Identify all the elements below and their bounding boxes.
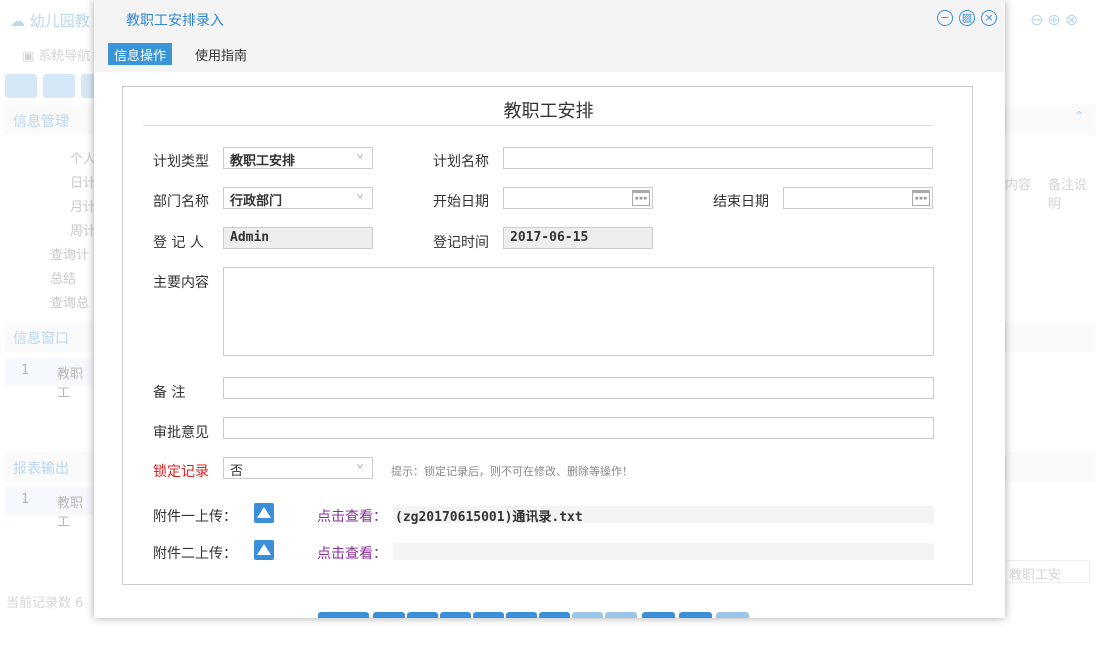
attach1-file[interactable]: (zg20170615001)通讯录.txt xyxy=(393,506,934,523)
start-date-input[interactable]: ▪▪▪ xyxy=(503,187,653,209)
lock-hint: 提示：锁定记录后，则不可在修改、删除等操作！ xyxy=(391,463,633,479)
divider xyxy=(143,125,933,126)
plan-type-value: 教职工安排 xyxy=(230,154,295,169)
registrar-label: 登 记 人 xyxy=(153,232,204,252)
tree-folder[interactable]: 总结 xyxy=(50,268,76,287)
reg-time-label: 登记时间 xyxy=(433,232,489,252)
tab-info-operation[interactable]: 信息操作 xyxy=(108,43,172,65)
action-button-disabled xyxy=(605,612,637,618)
background-select[interactable]: 教职工安 xyxy=(1002,560,1090,583)
plan-type-label: 计划类型 xyxy=(153,151,209,171)
calendar-icon[interactable]: ▪▪▪ xyxy=(912,190,930,206)
list-item[interactable]: 1教职工 xyxy=(5,487,95,515)
row-text: 教职工 xyxy=(57,363,95,401)
action-button[interactable] xyxy=(440,612,471,618)
remark-input[interactable] xyxy=(223,377,934,399)
lock-value: 否 xyxy=(230,464,243,479)
plan-name-input[interactable] xyxy=(503,147,933,169)
registrar-field: Admin xyxy=(223,227,373,249)
app-title: ☁ 幼儿园教 xyxy=(10,10,90,31)
content-label: 主要内容 xyxy=(153,272,209,292)
action-button[interactable] xyxy=(679,612,712,618)
tree-item[interactable]: 日计 xyxy=(70,172,96,191)
modal-header: 教职工安排录入 − ▨ × 信息操作 使用指南 xyxy=(94,0,1005,72)
end-date-label: 结束日期 xyxy=(713,191,769,211)
table-header: 内容 xyxy=(1005,174,1031,193)
close-icon[interactable]: × xyxy=(981,10,997,26)
dept-value: 行政部门 xyxy=(230,194,282,209)
lock-label: 锁定记录 xyxy=(153,461,209,481)
tree-folder[interactable]: 查询计 xyxy=(50,244,89,263)
action-button[interactable] xyxy=(642,612,675,618)
window-controls[interactable]: ⊖⊕⊗ xyxy=(1030,10,1082,29)
form-panel: 教职工安排 计划类型 教职工安排 计划名称 部门名称 行政部门 开始日期 ▪▪▪… xyxy=(122,86,973,585)
action-button[interactable] xyxy=(506,612,537,618)
attach2-file[interactable] xyxy=(393,543,934,560)
tab-user-guide[interactable]: 使用指南 xyxy=(189,43,253,65)
tree-item[interactable]: 月计 xyxy=(70,196,96,215)
remark-label: 备 注 xyxy=(153,382,185,402)
search-button[interactable] xyxy=(5,74,37,98)
attach1-view-link[interactable]: 点击查看： xyxy=(317,506,387,526)
plan-type-select[interactable]: 教职工安排 xyxy=(223,147,373,169)
upload-icon[interactable] xyxy=(254,503,274,523)
approval-label: 审批意见 xyxy=(153,422,209,442)
form-title: 教职工安排 xyxy=(123,97,974,123)
attach2-view-link[interactable]: 点击查看： xyxy=(317,543,387,563)
action-button-disabled xyxy=(572,612,603,618)
action-button[interactable] xyxy=(407,612,438,618)
collapse-icon[interactable]: ⌃ xyxy=(1073,109,1085,125)
approval-input[interactable] xyxy=(223,417,934,439)
row-text: 教职工 xyxy=(57,492,95,530)
dept-select[interactable]: 行政部门 xyxy=(223,187,373,209)
minimize-icon[interactable]: − xyxy=(937,10,953,26)
row-num: 1 xyxy=(21,363,29,378)
action-button[interactable] xyxy=(473,612,504,618)
action-button-disabled xyxy=(716,612,749,618)
modal-dialog: 教职工安排录入 − ▨ × 信息操作 使用指南 教职工安排 计划类型 教职工安排… xyxy=(94,0,1005,618)
tree-item[interactable]: 个人 xyxy=(70,148,96,167)
section-title: 信息管理 xyxy=(13,114,69,130)
start-date-label: 开始日期 xyxy=(433,191,489,211)
toolbar-button[interactable] xyxy=(43,74,75,98)
restore-icon[interactable]: ▨ xyxy=(959,10,975,26)
row-num: 1 xyxy=(21,492,29,507)
section-title: 信息窗口 xyxy=(13,331,69,347)
tree-folder[interactable]: 查询总 xyxy=(50,292,89,311)
list-item[interactable]: 1教职工 xyxy=(5,358,95,386)
nav-label: 系统导航 xyxy=(38,49,90,64)
action-button[interactable] xyxy=(318,612,369,618)
action-button[interactable] xyxy=(373,612,405,618)
calendar-icon[interactable]: ▪▪▪ xyxy=(632,190,650,206)
upload-icon[interactable] xyxy=(254,540,274,560)
dept-label: 部门名称 xyxy=(153,191,209,211)
lock-select[interactable]: 否 xyxy=(223,457,373,479)
nav-menu[interactable]: ▣ 系统导航 xyxy=(22,45,90,64)
modal-title: 教职工安排录入 xyxy=(126,10,224,30)
content-textarea[interactable] xyxy=(223,267,934,356)
end-date-input[interactable]: ▪▪▪ xyxy=(783,187,933,209)
tree-item[interactable]: 周计 xyxy=(70,220,96,239)
section-title: 报表输出 xyxy=(13,461,69,477)
select-value: 教职工安 xyxy=(1009,568,1061,583)
app-title-text: 幼儿园教 xyxy=(30,12,90,30)
action-button[interactable] xyxy=(539,612,570,618)
attach1-label: 附件一上传： xyxy=(153,506,237,526)
plan-name-label: 计划名称 xyxy=(433,151,489,171)
table-header: 备注说明 xyxy=(1048,174,1098,212)
record-count: 当前记录数 6 xyxy=(6,592,83,611)
attach2-label: 附件二上传： xyxy=(153,543,237,563)
reg-time-field: 2017-06-15 xyxy=(503,227,653,249)
